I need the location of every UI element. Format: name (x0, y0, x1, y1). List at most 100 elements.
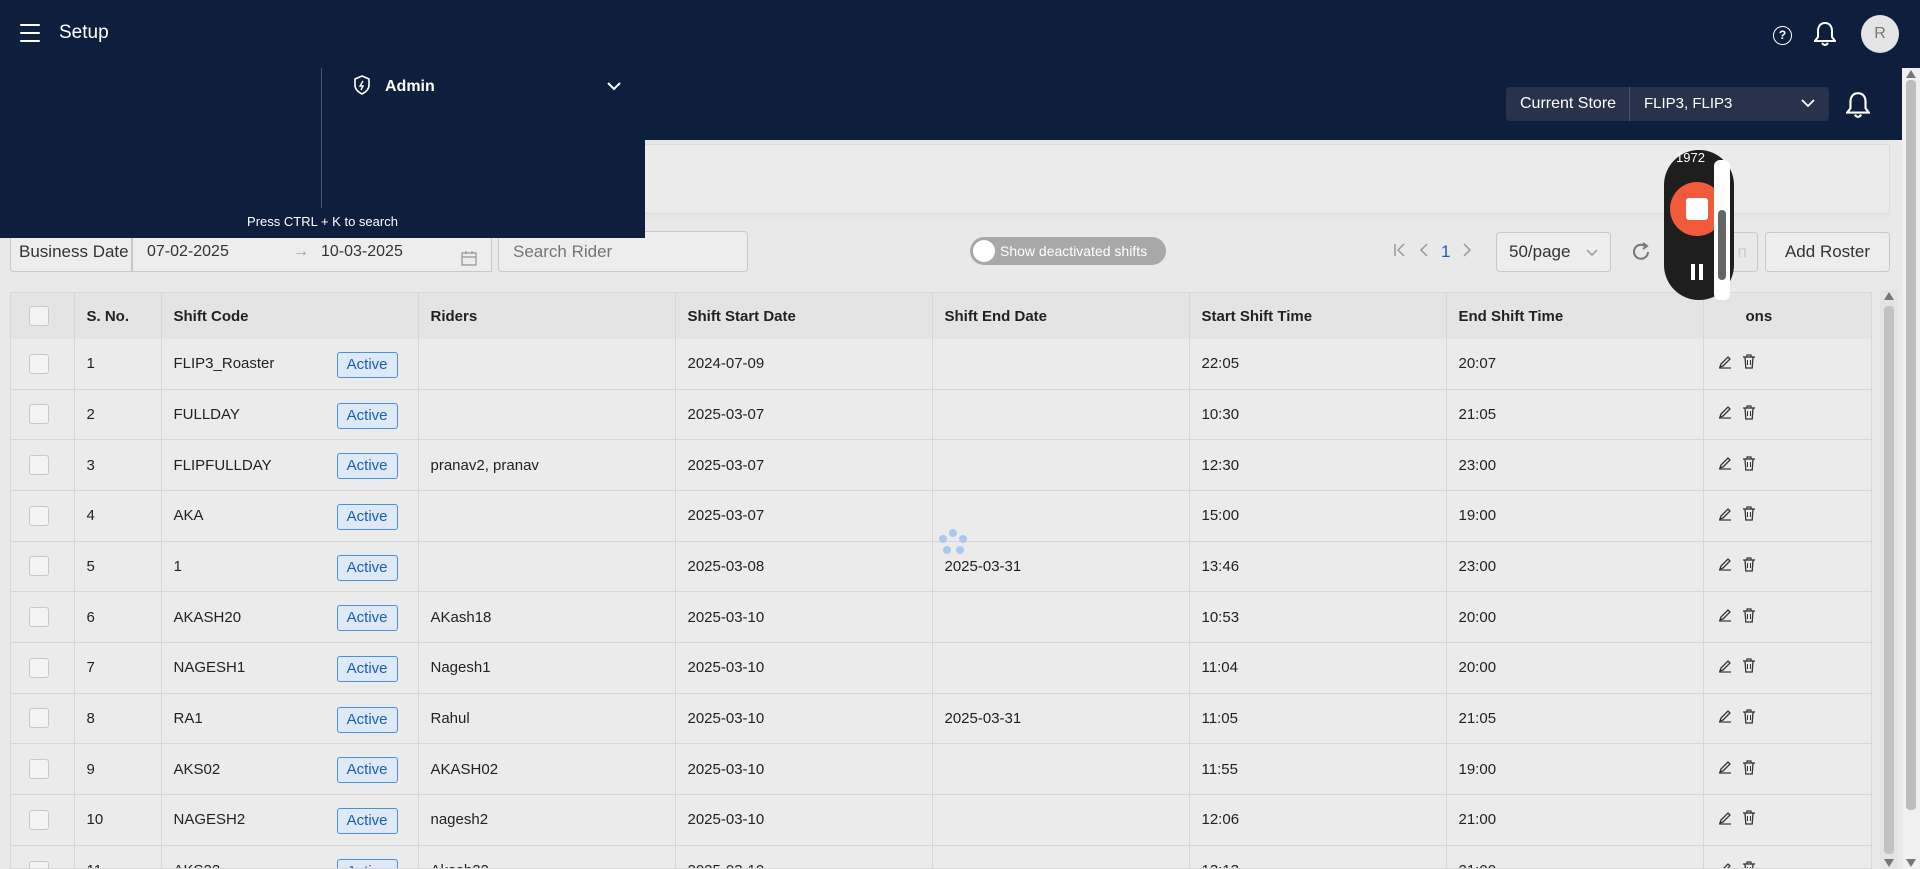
cell-actions (1703, 339, 1871, 390)
recorder-scrollbar[interactable] (1714, 160, 1730, 300)
delete-icon[interactable] (1742, 557, 1756, 576)
table-row[interactable]: 2 FULLDAY Active 2025-03-07 10:30 21:05 (11, 389, 1871, 441)
row-checkbox[interactable] (29, 759, 49, 780)
cell-end-shift-time: 21:00 (1446, 794, 1704, 846)
row-checkbox[interactable] (29, 657, 49, 678)
cell-shift-start-date: 2025-03-07 (675, 490, 933, 542)
edit-icon[interactable] (1718, 456, 1732, 474)
table-scrollbar-thumb[interactable] (1884, 306, 1894, 854)
table-row[interactable]: 10 NAGESH2 Active nagesh2 2025-03-10 12:06 21:… (11, 794, 1871, 846)
edit-icon[interactable] (1718, 507, 1732, 525)
delete-icon[interactable] (1742, 354, 1756, 373)
row-checkbox[interactable] (29, 505, 49, 526)
status-badge: Active (336, 808, 398, 834)
row-select-cell[interactable] (11, 490, 75, 542)
delete-icon[interactable] (1742, 709, 1756, 728)
add-roster-button[interactable]: Add Roster (1765, 232, 1890, 272)
row-select-cell[interactable] (11, 591, 75, 643)
cell-shift-end-date: 2025-03-31 (932, 541, 1190, 593)
delete-icon[interactable] (1742, 658, 1756, 677)
delete-icon[interactable] (1742, 810, 1756, 829)
page-scrollbar[interactable] (1902, 68, 1920, 869)
refresh-icon[interactable] (1630, 241, 1652, 268)
row-select-cell[interactable] (11, 339, 75, 390)
table-row[interactable]: 11 AKS22 Active Akash222025-03-10 13:1321:00 (11, 845, 1871, 868)
cell-shift-start-date: 2025-03-10 (675, 845, 933, 868)
delete-icon[interactable] (1742, 861, 1756, 868)
page-size-select[interactable]: 50/page (1496, 232, 1611, 272)
select-all-checkbox[interactable] (29, 306, 49, 326)
cell-sno: 8 (74, 693, 162, 745)
table-row[interactable]: 1 FLIP3_Roaster Active 2024-07-09 22:05 20:07 (11, 339, 1871, 390)
row-checkbox[interactable] (29, 708, 49, 729)
edit-icon[interactable] (1718, 557, 1732, 575)
scroll-down-icon[interactable] (1906, 859, 1916, 867)
delete-icon[interactable] (1742, 506, 1756, 525)
edit-icon[interactable] (1718, 659, 1732, 677)
row-checkbox[interactable] (29, 607, 49, 628)
cell-start-shift-time: 13:46 (1189, 541, 1447, 593)
date-to[interactable]: 10-03-2025 (321, 233, 403, 271)
row-select-cell[interactable] (11, 439, 75, 491)
delete-icon[interactable] (1742, 455, 1756, 475)
scroll-up-icon[interactable] (1906, 70, 1916, 78)
delete-icon[interactable] (1742, 607, 1756, 627)
status-badge: Active (336, 706, 398, 733)
edit-icon[interactable] (1718, 862, 1732, 868)
header-sno: S. No. (74, 293, 162, 339)
prev-page-icon[interactable] (1419, 242, 1429, 263)
next-page-icon[interactable] (1462, 242, 1472, 263)
store-notification-bell-icon[interactable] (1845, 91, 1871, 124)
row-checkbox[interactable] (29, 809, 49, 830)
chevron-down-icon[interactable] (607, 78, 621, 96)
recorder-scrollbar-thumb[interactable] (1718, 210, 1726, 280)
show-deactivated-toggle[interactable]: Show deactivated shifts (970, 237, 1166, 265)
row-select-cell[interactable] (11, 642, 75, 694)
row-checkbox[interactable] (29, 455, 49, 476)
select-all-header[interactable] (11, 293, 75, 339)
search-shortcut-hint: Press CTRL + K to search (247, 214, 398, 229)
row-checkbox[interactable] (29, 860, 49, 868)
date-range-picker[interactable]: 07-02-2025 → 10-03-2025 (132, 232, 492, 272)
help-icon[interactable]: ? (1773, 26, 1792, 45)
row-select-cell[interactable] (11, 794, 75, 846)
table-row[interactable]: 9 AKS02 Active AKASH02 2025-03-10 11:55 19:00 (11, 743, 1871, 795)
page-scrollbar-thumb[interactable] (1906, 80, 1916, 810)
row-checkbox[interactable] (29, 353, 49, 374)
avatar[interactable]: R (1861, 15, 1899, 53)
edit-icon[interactable] (1718, 355, 1732, 373)
cell-sno: 9 (74, 743, 162, 795)
first-page-icon[interactable] (1393, 242, 1407, 263)
row-select-cell[interactable] (11, 845, 75, 868)
menu-item-admin[interactable]: Admin (353, 72, 633, 102)
delete-icon[interactable] (1742, 405, 1756, 424)
edit-icon[interactable] (1718, 405, 1732, 423)
pause-icon[interactable] (1691, 264, 1703, 280)
edit-icon[interactable] (1718, 709, 1732, 727)
table-row[interactable]: 7 NAGESH1 Active Nagesh1 2025-03-10 11:04 20:0… (11, 642, 1871, 694)
row-select-cell[interactable] (11, 389, 75, 441)
row-select-cell[interactable] (11, 693, 75, 745)
table-row[interactable]: 6 AKASH20 Active AKash18 2025-03-10 10:53 20:0… (11, 591, 1871, 643)
row-select-cell[interactable] (11, 743, 75, 795)
row-checkbox[interactable] (29, 556, 49, 577)
cell-shift-end-date (932, 794, 1190, 846)
notification-bell-icon[interactable] (1813, 21, 1837, 52)
date-from[interactable]: 07-02-2025 (147, 233, 229, 271)
delete-icon[interactable] (1742, 760, 1756, 779)
edit-icon[interactable] (1718, 760, 1732, 778)
edit-icon[interactable] (1718, 608, 1732, 626)
store-select[interactable]: FLIP3, FLIP3 (1629, 87, 1829, 121)
table-row[interactable]: 8 RA1 Active Rahul 2025-03-10 2025-03-31 11:05… (11, 693, 1871, 745)
row-checkbox[interactable] (29, 404, 49, 425)
edit-icon[interactable] (1718, 811, 1732, 829)
scroll-down-icon[interactable] (1884, 859, 1894, 867)
scroll-up-icon[interactable] (1884, 292, 1894, 300)
cell-shift-code: 1 Active (161, 541, 419, 593)
calendar-icon[interactable] (461, 243, 477, 281)
table-row[interactable]: 3 FLIPFULLDAY Active pranav2, pranav 2025-03… (11, 439, 1871, 491)
current-page[interactable]: 1 (1441, 242, 1450, 262)
menu-icon[interactable] (20, 24, 40, 42)
table-scrollbar[interactable] (1880, 290, 1898, 869)
row-select-cell[interactable] (11, 541, 75, 593)
